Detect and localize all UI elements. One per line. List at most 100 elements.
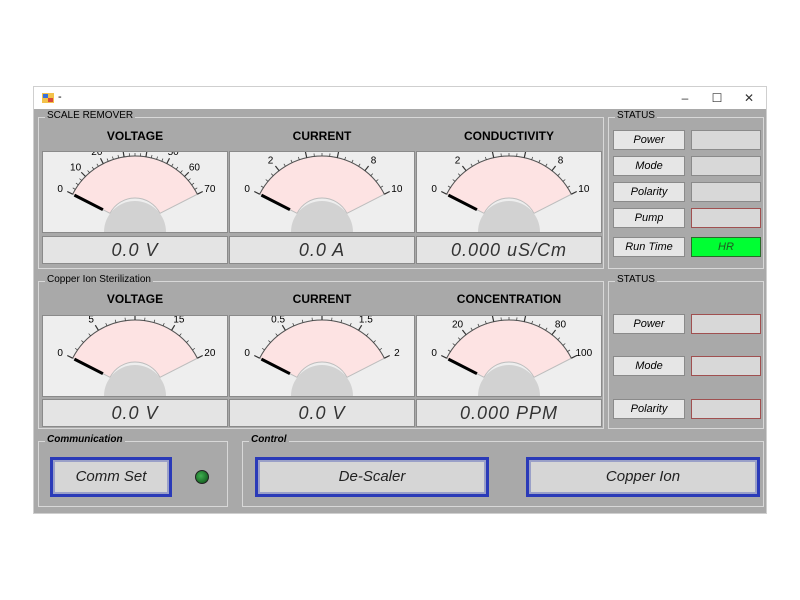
gauge-major-tick [336, 152, 340, 158]
gauge-minor-tick [366, 333, 369, 337]
ci-voltage-heading: VOLTAGE [106, 292, 164, 306]
gauge-minor-tick [105, 322, 108, 327]
gauge-minor-tick [106, 158, 109, 162]
gauge-minor-tick [380, 185, 384, 188]
gauge-minor-tick [75, 182, 79, 186]
gauge-minor-tick [567, 185, 571, 188]
ci-voltage-gauge: 05101520 [42, 315, 228, 397]
gauge-minor-tick [351, 159, 354, 163]
ci-concentration-gauge: 020406080100 [416, 315, 602, 397]
gauge-minor-tick [375, 179, 379, 182]
gauge-minor-tick [151, 154, 153, 159]
gauge-minor-tick [447, 185, 451, 188]
ci-current-gauge: 00.511.52 [229, 315, 415, 397]
gauge-tick-label: 100 [576, 348, 593, 359]
gauge-tick-label: 0 [244, 184, 250, 195]
gauge-tick-label: 0 [57, 184, 63, 195]
gauge-minor-tick [545, 163, 548, 167]
gauge-minor-tick [179, 333, 182, 337]
gauge-minor-tick [340, 319, 343, 323]
gauge-svg: 020406080100 [431, 316, 593, 396]
gauge-major-tick [94, 324, 99, 331]
status-power-button[interactable]: Power [613, 130, 685, 150]
gauge-svg: 010203040506070 [57, 152, 216, 232]
sr-conductivity-readout: 0.000 uS/Cm [416, 236, 602, 264]
gauge-minor-tick [562, 179, 566, 182]
gauge-minor-tick [290, 159, 293, 163]
gauge-minor-tick [79, 178, 82, 181]
connection-led-icon [195, 470, 209, 484]
gauge-major-tick [441, 190, 447, 195]
gauge-minor-tick [477, 323, 480, 327]
gauge-svg: 0246810 [244, 152, 403, 232]
gauge-minor-tick [452, 179, 456, 182]
gauge-minor-tick [557, 173, 561, 176]
gauge-minor-tick [562, 343, 566, 346]
sr-voltage-heading: VOLTAGE [106, 129, 164, 143]
gauge-minor-tick [452, 343, 456, 346]
gauge-tick-label: 2 [455, 156, 461, 167]
gauge-svg: 0246810 [431, 152, 590, 232]
status-mode-button[interactable]: Mode [613, 156, 685, 176]
gauge-major-tick [274, 165, 280, 172]
gauge-major-tick [166, 158, 171, 164]
gauge-tick-label: 2 [268, 156, 274, 167]
close-icon[interactable]: ✕ [734, 89, 764, 107]
gauge-minor-tick [447, 349, 451, 352]
gauge-minor-tick [538, 323, 541, 327]
gauge-tick-label: 20 [452, 320, 464, 331]
status2-mode-button[interactable]: Mode [613, 356, 685, 376]
gauge-tick-label: 8 [371, 156, 377, 167]
gauge-svg: 00.511.52 [244, 316, 400, 396]
sr-current-readout: 0.0 A [229, 236, 415, 264]
gauge-major-tick [461, 329, 467, 336]
gauge-major-tick [304, 152, 308, 158]
gauge-major-tick [384, 354, 390, 359]
gauge-minor-tick [265, 179, 269, 182]
status-runtime-button[interactable]: Run Time [613, 237, 685, 257]
status2-power-button[interactable]: Power [613, 314, 685, 334]
status2-polarity-button[interactable]: Polarity [613, 399, 685, 419]
gauge-minor-tick [292, 322, 295, 327]
gauge-tick-label: 0 [244, 348, 250, 359]
gauge-major-tick [254, 354, 260, 359]
gauge-minor-tick [344, 156, 346, 160]
gauge-major-tick [441, 354, 447, 359]
gauge-minor-tick [87, 170, 90, 173]
communication-title: Communication [45, 434, 125, 446]
gauge-major-tick [551, 165, 557, 172]
gauge-minor-tick [74, 347, 78, 351]
gauge-minor-tick [81, 340, 84, 343]
status-title-1: STATUS [615, 110, 657, 122]
copper-ion-button[interactable]: Copper Ion [526, 457, 760, 497]
gauge-minor-tick [96, 163, 99, 167]
gauge-major-tick [254, 190, 260, 195]
gauge-minor-tick [162, 322, 165, 327]
ci-voltage-readout: 0.0 V [42, 399, 228, 427]
comm-set-button[interactable]: Comm Set [50, 457, 172, 497]
status-polarity-button[interactable]: Polarity [613, 182, 685, 202]
gauge-minor-tick [358, 163, 361, 167]
minimize-icon[interactable]: – [670, 89, 700, 107]
app-window: - – ☐ ✕ SCALE REMOVER Copper Ion Sterili… [33, 86, 767, 514]
status-power-indicator [691, 130, 761, 150]
status2-power-indicator [691, 314, 761, 334]
gauge-major-tick [491, 152, 495, 158]
descaler-button[interactable]: De-Scaler [255, 457, 489, 497]
status-polarity-indicator [691, 182, 761, 202]
gauge-major-tick [491, 316, 495, 322]
gauge-minor-tick [275, 333, 278, 337]
status-pump-button[interactable]: Pump [613, 208, 685, 228]
gauge-minor-tick [379, 347, 383, 351]
status-pump-indicator [691, 208, 761, 228]
gauge-major-tick [281, 324, 286, 331]
scale-remover-title: SCALE REMOVER [45, 110, 136, 122]
gauge-minor-tick [470, 327, 473, 331]
status-mode-indicator [691, 156, 761, 176]
gauge-minor-tick [156, 156, 158, 160]
gauge-minor-tick [112, 156, 114, 160]
maximize-icon[interactable]: ☐ [702, 89, 732, 107]
gauge-minor-tick [298, 156, 300, 160]
sr-current-gauge: 0246810 [229, 151, 415, 233]
gauge-minor-tick [114, 319, 117, 323]
